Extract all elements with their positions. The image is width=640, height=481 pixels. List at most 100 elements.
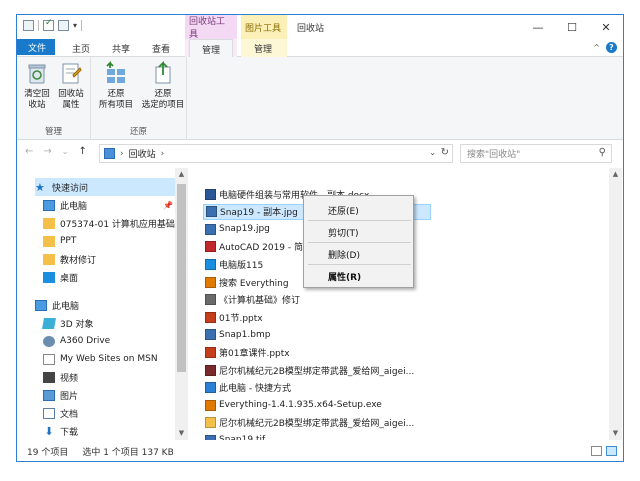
nav-folder-textbook[interactable]: 教材修订 bbox=[43, 250, 175, 268]
scroll-down-icon[interactable]: ▼ bbox=[175, 427, 188, 440]
address-row: ← → ⌄ ↑ › 回收站 › ⌄ ↻ 搜索"回收站" ⚲ bbox=[17, 142, 623, 166]
recycle-bin-icon bbox=[25, 61, 49, 85]
nav-this-pc-pinned[interactable]: 此电脑 📌 bbox=[43, 196, 175, 214]
breadcrumb-separator[interactable]: › bbox=[120, 149, 124, 159]
file-row[interactable]: 01节.pptx bbox=[203, 309, 603, 325]
recent-locations-button[interactable]: ⌄ bbox=[62, 147, 69, 156]
pin-icon[interactable]: 📌 bbox=[163, 201, 173, 210]
file-row[interactable]: Everything-1.4.1.935.x64-Setup.exe bbox=[203, 397, 603, 413]
nav-downloads[interactable]: ⬇ 下载 bbox=[43, 422, 175, 440]
nav-label: 桌面 bbox=[60, 273, 79, 284]
nav-folder-ppt[interactable]: PPT bbox=[43, 232, 175, 250]
file-list-scrollbar[interactable]: ▲ ▼ bbox=[609, 168, 622, 440]
up-button[interactable]: ↑ bbox=[78, 146, 86, 157]
collapse-ribbon-icon[interactable]: ^ bbox=[593, 43, 600, 52]
file-row[interactable]: 《计算机基础》修订 bbox=[203, 292, 603, 308]
empty-bin-label-1: 清空回 bbox=[24, 89, 50, 99]
file-icon bbox=[205, 364, 216, 376]
menu-item-delete[interactable]: 删除(D) bbox=[328, 248, 360, 261]
tab-file[interactable]: 文件 bbox=[17, 39, 55, 55]
file-icon bbox=[205, 223, 216, 235]
large-icons-view-icon[interactable] bbox=[606, 446, 617, 456]
nav-my-web-sites[interactable]: My Web Sites on MSN bbox=[43, 350, 175, 368]
breadcrumb-recycle-bin[interactable]: 回收站 bbox=[129, 147, 156, 160]
nav-label: 图片 bbox=[60, 391, 79, 402]
scroll-down-icon[interactable]: ▼ bbox=[609, 427, 622, 440]
maximize-button[interactable]: ☐ bbox=[555, 15, 589, 39]
file-icon bbox=[205, 241, 216, 253]
file-row[interactable]: Snap1.bmp bbox=[203, 327, 603, 343]
search-input[interactable]: 搜索"回收站" ⚲ bbox=[460, 144, 612, 163]
menu-item-cut[interactable]: 剪切(T) bbox=[328, 226, 359, 239]
back-button[interactable]: ← bbox=[25, 146, 33, 157]
file-icon bbox=[205, 188, 216, 200]
file-row[interactable]: Snap19.tif bbox=[203, 432, 603, 440]
restore-all-button[interactable]: 还原 所有项目 bbox=[93, 60, 139, 111]
restore-all-label-2: 所有项目 bbox=[98, 100, 133, 110]
breadcrumb-separator[interactable]: › bbox=[161, 149, 165, 159]
tab-manage-recycle[interactable]: 管理 bbox=[189, 39, 233, 58]
menu-divider bbox=[308, 264, 411, 265]
file-row[interactable]: 第01章课件.pptx bbox=[203, 344, 603, 360]
tab-manage-picture[interactable]: 管理 bbox=[243, 39, 283, 57]
scroll-up-icon[interactable]: ▲ bbox=[609, 168, 622, 181]
nav-desktop[interactable]: 桌面 bbox=[43, 268, 175, 286]
file-name: Everything-1.4.1.935.x64-Setup.exe bbox=[219, 400, 382, 411]
nav-videos[interactable]: 视频 bbox=[43, 368, 175, 386]
tab-home[interactable]: 主页 bbox=[63, 39, 99, 57]
file-name: Snap1.bmp bbox=[219, 329, 271, 340]
nav-3d-objects[interactable]: 3D 对象 bbox=[42, 314, 175, 332]
nav-a360-drive[interactable]: A360 Drive bbox=[43, 332, 175, 350]
customize-dropdown-icon[interactable]: ▾ bbox=[73, 21, 77, 30]
menu-item-restore[interactable]: 还原(E) bbox=[328, 204, 359, 217]
nav-label: 文档 bbox=[60, 409, 79, 420]
nav-pictures[interactable]: 图片 bbox=[43, 386, 175, 404]
file-name: 尼尔机械纪元2B模型绑定带武器_爱给网_aigei... bbox=[219, 366, 415, 377]
address-dropdown-icon[interactable]: ⌄ bbox=[429, 148, 436, 157]
scroll-thumb[interactable] bbox=[177, 184, 186, 372]
nav-folder-075374[interactable]: 075374-01 计算机应用基础 bbox=[43, 214, 175, 232]
pictures-icon bbox=[43, 389, 55, 401]
file-icon bbox=[205, 434, 216, 440]
nav-label: 快速访问 bbox=[52, 183, 89, 194]
help-icon[interactable]: ? bbox=[606, 42, 617, 53]
minimize-button[interactable]: — bbox=[521, 15, 555, 39]
address-bar[interactable]: › 回收站 › ⌄ ↻ bbox=[99, 144, 453, 163]
nav-label: 教材修订 bbox=[60, 255, 97, 266]
properties-icon[interactable] bbox=[23, 20, 34, 31]
details-view-icon[interactable] bbox=[591, 446, 602, 456]
recycle-bin-tools-label: 回收站工具 bbox=[185, 15, 237, 40]
file-name: 01节.pptx bbox=[219, 313, 263, 324]
search-icon[interactable]: ⚲ bbox=[599, 147, 606, 158]
scroll-up-icon[interactable]: ▲ bbox=[175, 168, 188, 181]
new-folder-icon[interactable] bbox=[58, 20, 69, 31]
folder-icon bbox=[43, 217, 55, 229]
file-row[interactable]: 此电脑 - 快捷方式 bbox=[203, 380, 603, 396]
nav-documents[interactable]: 文档 bbox=[43, 404, 175, 422]
forward-button[interactable]: → bbox=[43, 146, 51, 157]
empty-bin-label-2: 收站 bbox=[28, 100, 46, 110]
restore-selected-icon bbox=[151, 60, 175, 85]
restore-selected-button[interactable]: 还原 选定的项目 bbox=[139, 60, 187, 111]
close-button[interactable]: ✕ bbox=[589, 15, 623, 39]
group-label-restore: 还原 bbox=[129, 127, 147, 137]
folder-icon bbox=[43, 253, 55, 265]
nav-this-pc[interactable]: 此电脑 bbox=[35, 296, 175, 314]
ribbon: 清空回 收站 回收站 属性 管理 还原 所有项目 还原 选定的项目 还原 bbox=[17, 57, 623, 140]
nav-scrollbar[interactable]: ▲ ▼ bbox=[175, 168, 188, 440]
refresh-icon[interactable]: ↻ bbox=[441, 147, 449, 158]
file-row[interactable]: 尼尔机械纪元2B模型绑定带武器_爱给网_aigei... bbox=[203, 362, 603, 378]
menu-item-properties[interactable]: 属性(R) bbox=[328, 270, 361, 283]
item-count: 19 个项目 bbox=[27, 447, 69, 458]
recycle-bin-properties-button[interactable]: 回收站 属性 bbox=[55, 61, 87, 111]
tab-view[interactable]: 查看 bbox=[143, 39, 179, 57]
empty-recycle-bin-button[interactable]: 清空回 收站 bbox=[21, 61, 53, 111]
file-row[interactable]: 尼尔机械纪元2B模型绑定带武器_爱给网_aigei... bbox=[203, 415, 603, 431]
file-icon bbox=[206, 206, 217, 218]
tab-share[interactable]: 共享 bbox=[103, 39, 139, 57]
file-icon bbox=[205, 382, 216, 394]
nav-quick-access[interactable]: ★ 快速访问 bbox=[35, 178, 175, 196]
group-label-manage: 管理 bbox=[44, 127, 62, 137]
menu-divider bbox=[308, 242, 411, 243]
checkmark-icon[interactable] bbox=[43, 18, 54, 31]
